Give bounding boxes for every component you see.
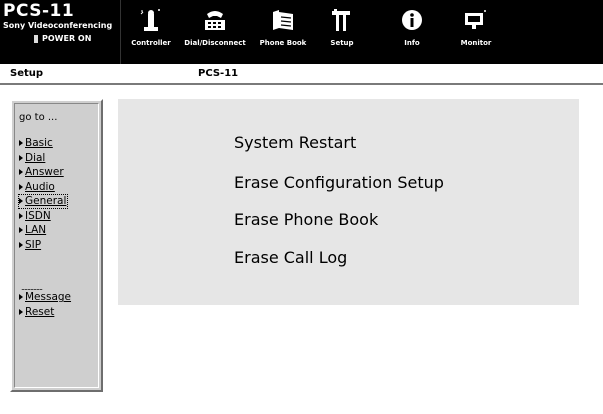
brand-block: PCS-11 Sony Videoconferencing POWER ON bbox=[0, 0, 121, 64]
goto-label: go to ... bbox=[19, 112, 58, 123]
arrow-right-icon bbox=[19, 308, 23, 315]
menu-item-general: General bbox=[18, 194, 69, 209]
menu-item-dial: Dial bbox=[19, 151, 68, 166]
controller-icon bbox=[140, 9, 160, 31]
menu-link-audio[interactable]: Audio bbox=[25, 181, 55, 193]
menu-link-general[interactable]: General bbox=[25, 195, 66, 207]
goto-menu-list: Basic Dial Answer Audio General ISDN LAN bbox=[18, 136, 69, 253]
info-icon bbox=[402, 10, 422, 30]
menu-link-dial[interactable]: Dial bbox=[25, 152, 45, 164]
monitor-icon bbox=[465, 10, 486, 29]
arrow-right-icon bbox=[19, 294, 23, 301]
menu-item-message: Message bbox=[19, 290, 71, 305]
menu-item-reset: Reset bbox=[19, 305, 71, 320]
menu-item-audio: Audio bbox=[19, 180, 68, 195]
header-bar: PCS-11 Sony Videoconferencing POWER ON C… bbox=[0, 0, 603, 64]
nav-setup-label: Setup bbox=[330, 39, 354, 47]
nav-monitor-button[interactable]: Monitor bbox=[450, 0, 502, 64]
title-row: Setup PCS-11 bbox=[0, 64, 603, 85]
arrow-right-icon bbox=[19, 154, 23, 161]
nav-phone-book-button[interactable]: Phone Book bbox=[253, 0, 313, 64]
arrow-right-icon bbox=[19, 140, 23, 147]
menu-item-basic: Basic bbox=[19, 136, 68, 151]
erase-configuration-setup-link[interactable]: Erase Configuration Setup bbox=[234, 173, 444, 192]
power-status-label: POWER ON bbox=[42, 34, 92, 43]
dial-disconnect-icon bbox=[205, 11, 225, 30]
nav-dial-disconnect-button[interactable]: Dial/Disconnect bbox=[183, 0, 247, 64]
nav-setup-button[interactable]: Setup bbox=[318, 0, 366, 64]
nav-info-button[interactable]: Info bbox=[388, 0, 436, 64]
brand-title: PCS-11 bbox=[3, 1, 75, 21]
goto-menu-list-secondary: Message Reset bbox=[19, 290, 71, 319]
menu-item-lan: LAN bbox=[19, 223, 68, 238]
erase-phone-book-link[interactable]: Erase Phone Book bbox=[234, 210, 378, 229]
arrow-right-icon bbox=[19, 169, 23, 176]
brand-subtitle: Sony Videoconferencing bbox=[3, 21, 113, 30]
menu-link-isdn[interactable]: ISDN bbox=[25, 210, 51, 222]
menu-link-lan[interactable]: LAN bbox=[25, 224, 46, 236]
device-name: PCS-11 bbox=[198, 68, 239, 79]
arrow-right-icon bbox=[19, 212, 23, 219]
page-title: Setup bbox=[10, 68, 44, 79]
power-status: POWER ON bbox=[34, 34, 91, 43]
system-restart-link[interactable]: System Restart bbox=[234, 133, 356, 152]
menu-link-sip[interactable]: SIP bbox=[25, 239, 41, 251]
phone-book-icon bbox=[273, 10, 293, 30]
menu-link-message[interactable]: Message bbox=[25, 291, 71, 303]
reset-actions-panel: System Restart Erase Configuration Setup… bbox=[118, 99, 579, 305]
menu-link-basic[interactable]: Basic bbox=[25, 137, 53, 149]
menu-link-reset[interactable]: Reset bbox=[25, 306, 54, 318]
setup-icon bbox=[332, 9, 350, 31]
menu-link-answer[interactable]: Answer bbox=[25, 166, 64, 178]
menu-item-answer: Answer bbox=[19, 165, 68, 180]
menu-item-isdn: ISDN bbox=[19, 209, 68, 224]
arrow-right-icon bbox=[19, 227, 23, 234]
menu-item-sip: SIP bbox=[19, 238, 68, 253]
erase-call-log-link[interactable]: Erase Call Log bbox=[234, 248, 347, 267]
arrow-right-icon bbox=[19, 241, 23, 248]
nav-controller-button[interactable]: Controller bbox=[123, 0, 179, 64]
power-led-icon bbox=[34, 34, 38, 43]
goto-menu-panel: go to ... Basic Dial Answer Audio Genera… bbox=[10, 99, 103, 392]
arrow-right-icon bbox=[19, 183, 23, 190]
arrow-right-icon bbox=[19, 198, 23, 205]
nav-monitor-label: Monitor bbox=[460, 39, 492, 47]
